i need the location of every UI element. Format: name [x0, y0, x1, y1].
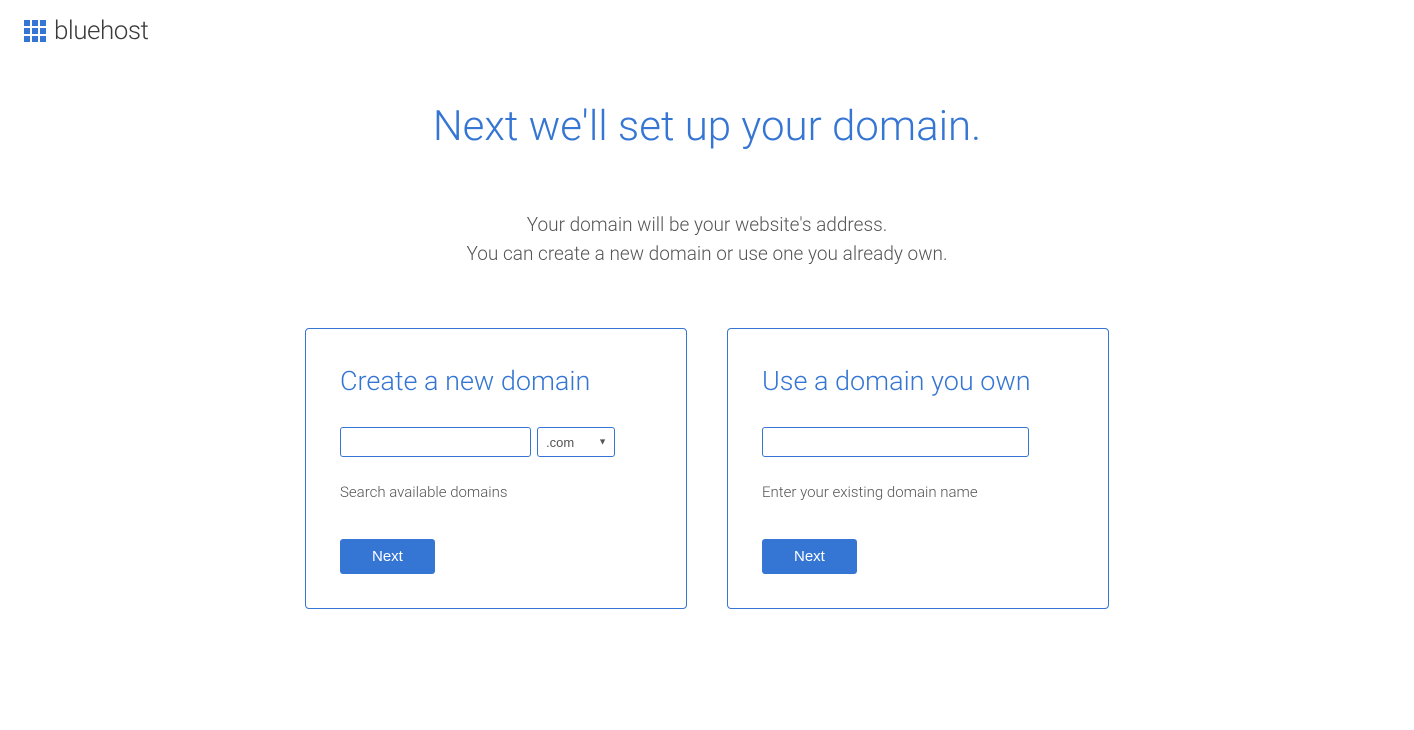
create-domain-title: Create a new domain	[340, 365, 652, 397]
new-domain-input[interactable]	[340, 427, 531, 457]
existing-domain-hint: Enter your existing domain name	[762, 483, 1074, 501]
header: bluehost	[0, 0, 1414, 62]
existing-domain-card: Use a domain you own Enter your existing…	[727, 328, 1109, 609]
existing-domain-next-button[interactable]: Next	[762, 539, 857, 574]
tld-select[interactable]: .com	[537, 427, 615, 457]
domain-cards-row: Create a new domain .com ▼ Search availa…	[207, 328, 1207, 609]
create-domain-input-row: .com ▼	[340, 427, 652, 457]
create-domain-hint: Search available domains	[340, 483, 652, 501]
existing-domain-input[interactable]	[762, 427, 1029, 457]
bluehost-grid-icon	[24, 20, 46, 42]
subtitle-line-2: You can create a new domain or use one y…	[207, 240, 1207, 269]
page-title: Next we'll set up your domain.	[207, 102, 1207, 151]
existing-domain-title: Use a domain you own	[762, 365, 1074, 397]
page-subtitle: Your domain will be your website's addre…	[207, 211, 1207, 268]
existing-domain-input-row	[762, 427, 1074, 457]
create-domain-card: Create a new domain .com ▼ Search availa…	[305, 328, 687, 609]
brand-name: bluehost	[54, 16, 148, 46]
create-domain-next-button[interactable]: Next	[340, 539, 435, 574]
subtitle-line-1: Your domain will be your website's addre…	[207, 211, 1207, 240]
main-content: Next we'll set up your domain. Your doma…	[207, 62, 1207, 609]
